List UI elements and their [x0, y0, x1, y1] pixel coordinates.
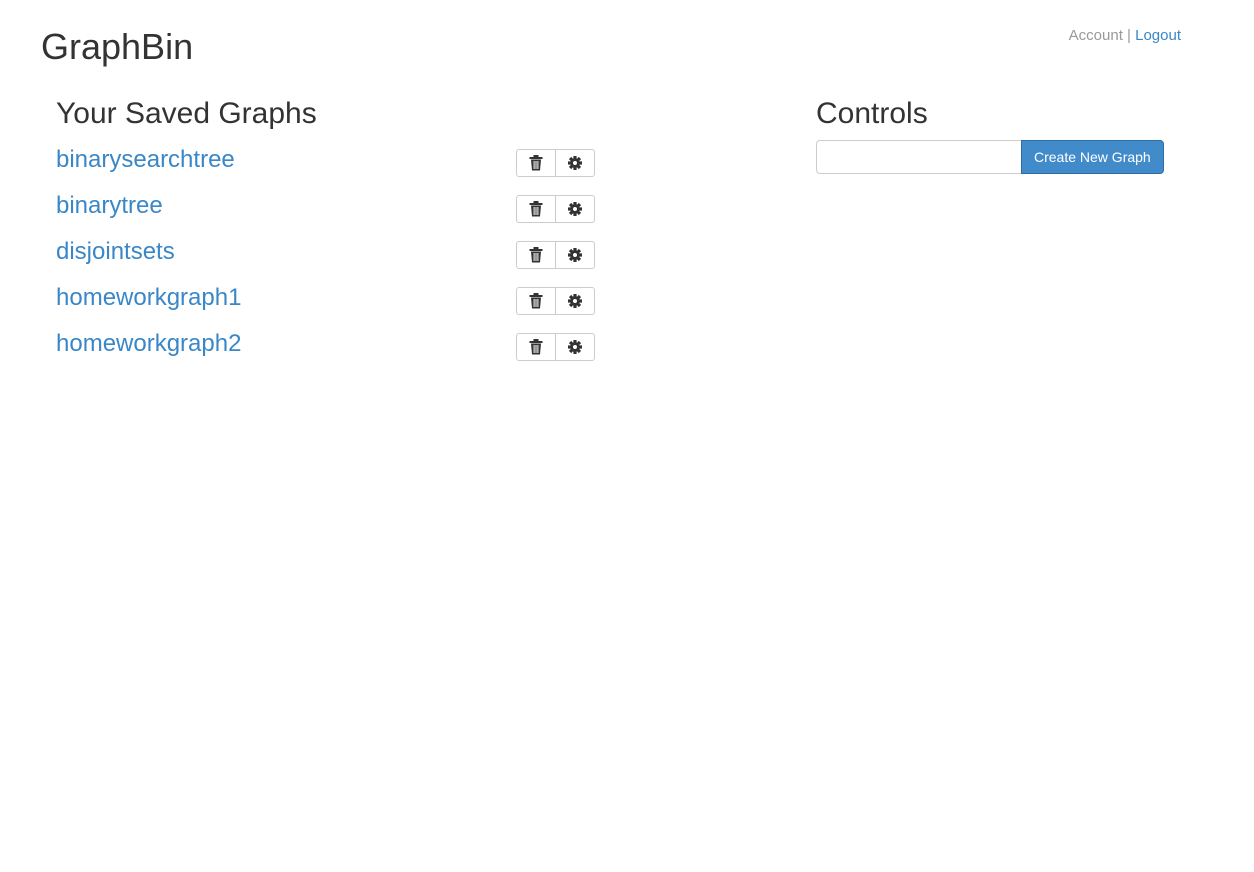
graph-link[interactable]: disjointsets — [56, 238, 175, 266]
delete-graph-button[interactable] — [516, 287, 556, 315]
graph-link[interactable]: binarytree — [56, 192, 163, 220]
graph-name-input[interactable] — [816, 140, 1022, 174]
delete-graph-button[interactable] — [516, 195, 556, 223]
graph-row: disjointsets — [56, 234, 616, 280]
trash-icon — [529, 293, 543, 309]
graph-actions — [516, 241, 595, 269]
graph-actions — [516, 195, 595, 223]
app-title: GraphBin — [41, 26, 194, 67]
delete-graph-button[interactable] — [516, 149, 556, 177]
trash-icon — [529, 339, 543, 355]
create-new-graph-button[interactable]: Create New Graph — [1021, 140, 1164, 174]
graph-link[interactable]: binarysearchtree — [56, 146, 235, 174]
graph-settings-button[interactable] — [555, 195, 595, 223]
graph-row: homeworkgraph1 — [56, 280, 616, 326]
gear-icon — [568, 340, 582, 354]
user-links: Account | Logout — [1069, 27, 1181, 45]
saved-graphs-section: Your Saved Graphs binarysearchtree binar… — [56, 96, 616, 372]
graph-row: binarysearchtree — [56, 142, 616, 188]
delete-graph-button[interactable] — [516, 241, 556, 269]
graph-settings-button[interactable] — [555, 333, 595, 361]
controls-heading: Controls — [816, 97, 928, 130]
logout-link[interactable]: Logout — [1135, 27, 1181, 44]
create-graph-form: Create New Graph — [816, 140, 1176, 174]
graph-link[interactable]: homeworkgraph1 — [56, 284, 241, 312]
link-separator: | — [1127, 27, 1131, 44]
graph-settings-button[interactable] — [555, 241, 595, 269]
graph-actions — [516, 287, 595, 315]
account-link[interactable]: Account — [1069, 27, 1123, 44]
controls-section: Controls Create New Graph — [816, 96, 1176, 174]
graph-row: homeworkgraph2 — [56, 326, 616, 372]
graph-link[interactable]: homeworkgraph2 — [56, 330, 241, 358]
gear-icon — [568, 248, 582, 262]
gear-icon — [568, 294, 582, 308]
saved-graphs-heading: Your Saved Graphs — [56, 97, 317, 130]
graph-settings-button[interactable] — [555, 287, 595, 315]
graph-settings-button[interactable] — [555, 149, 595, 177]
graph-actions — [516, 149, 595, 177]
delete-graph-button[interactable] — [516, 333, 556, 361]
gear-icon — [568, 202, 582, 216]
gear-icon — [568, 156, 582, 170]
graph-list: binarysearchtree binarytree disjointsets… — [56, 142, 616, 372]
trash-icon — [529, 155, 543, 171]
trash-icon — [529, 247, 543, 263]
trash-icon — [529, 201, 543, 217]
graph-row: binarytree — [56, 188, 616, 234]
graph-actions — [516, 333, 595, 361]
